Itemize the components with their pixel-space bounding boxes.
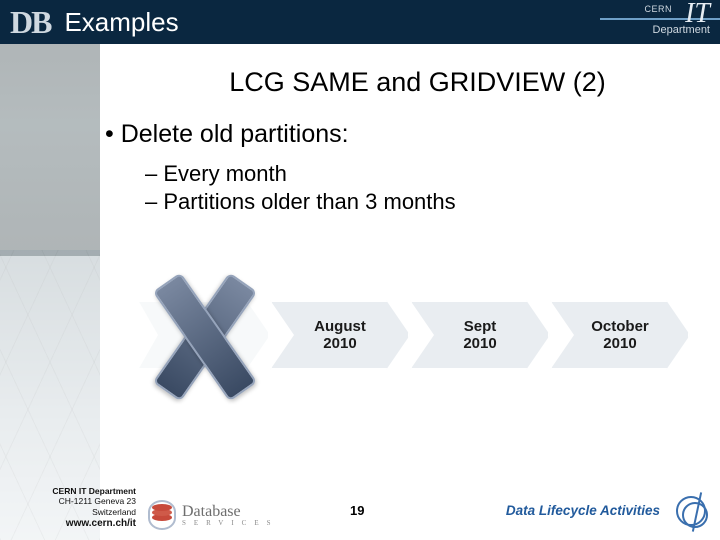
page-title: Examples	[50, 7, 590, 38]
cross-out-icon	[158, 270, 248, 400]
addr-line-2: CH-1211 Geneva 23	[6, 496, 136, 507]
database-icon	[148, 500, 176, 530]
chevron-label: August 2010	[314, 318, 366, 353]
bullet-older-3-months: Partitions older than 3 months	[145, 189, 700, 215]
header-bar: DB Examples CERN IT Department	[0, 0, 720, 44]
database-services-logo: Database SERVICES	[148, 500, 279, 530]
chevron-august-2010: August 2010	[270, 300, 410, 370]
addr-url: www.cern.ch/it	[6, 518, 136, 531]
page-number: 19	[350, 503, 364, 518]
db-services-label-top: Database	[182, 503, 241, 520]
slide-subtitle: LCG SAME and GRIDVIEW (2)	[135, 67, 700, 98]
logo-org-label: CERN	[644, 4, 672, 14]
cern-it-logo: CERN IT Department	[590, 0, 720, 44]
chevron-sept-2010: Sept 2010	[410, 300, 550, 370]
chevron-label: October 2010	[591, 318, 649, 353]
addr-line-1: CERN IT Department	[6, 486, 136, 497]
address-block: CERN IT Department CH-1211 Geneva 23 Swi…	[6, 486, 136, 530]
bullet-delete-old: Delete old partitions:	[105, 120, 700, 149]
db-services-label-bottom: SERVICES	[182, 519, 279, 527]
chevron-label: Sept 2010	[463, 318, 496, 353]
chevron-october-2010: October 2010	[550, 300, 690, 370]
footer: CERN IT Department CH-1211 Geneva 23 Swi…	[0, 480, 720, 540]
footer-activities-label: Data Lifecycle Activities	[506, 503, 660, 518]
bullet-every-month: Every month	[145, 161, 700, 187]
db-logo: DB	[10, 4, 50, 41]
logo-dept-label: Department	[653, 24, 710, 36]
cern-badge-icon	[674, 494, 710, 530]
addr-line-3: Switzerland	[6, 507, 136, 518]
